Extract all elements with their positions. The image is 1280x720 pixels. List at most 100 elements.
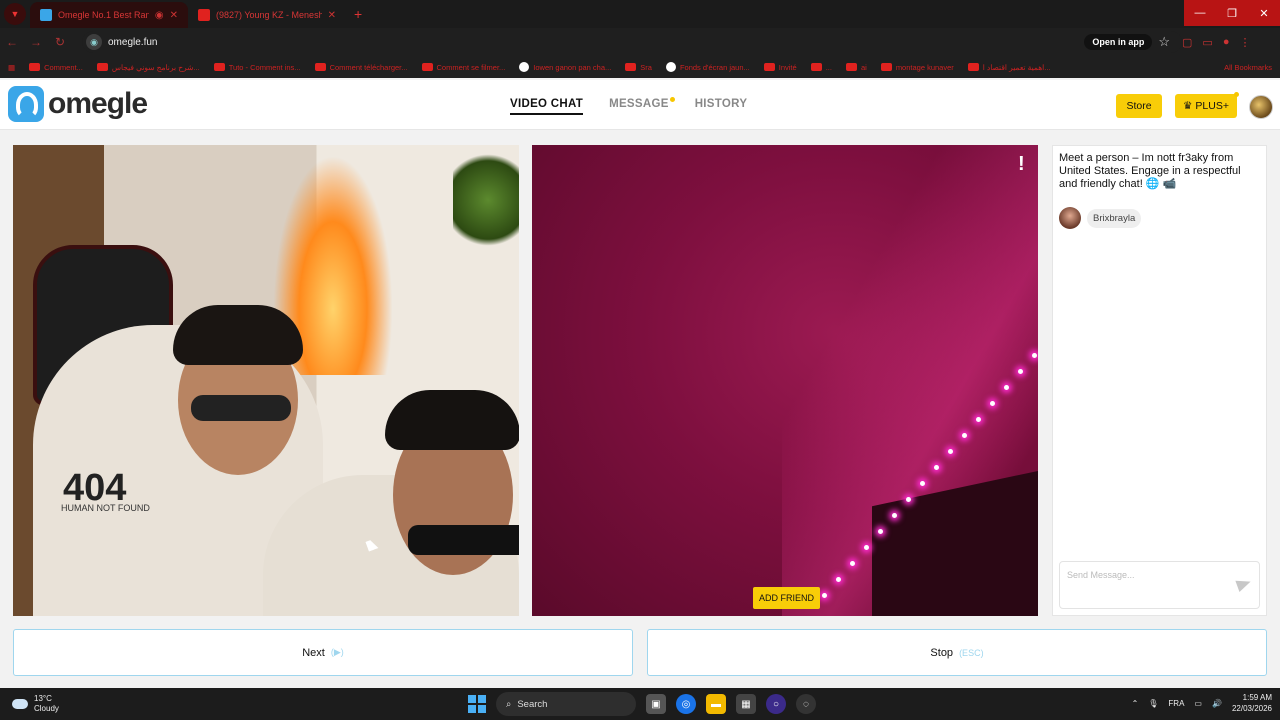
back-icon[interactable]: ←	[0, 35, 24, 49]
person-hair	[385, 390, 519, 450]
close-tab-icon[interactable]: ✕	[328, 10, 336, 21]
cloud-icon	[12, 699, 28, 709]
main-nav: VIDEO CHAT MESSAGE HISTORY	[510, 97, 748, 115]
bookmark-item[interactable]: Comment télécharger...	[314, 63, 408, 72]
profile-icon[interactable]: ●	[1223, 36, 1230, 49]
bookmark-item[interactable]: اهمية تعمير اقتصاد ا...	[967, 63, 1051, 72]
logo-text: omegle	[48, 87, 148, 120]
window-controls: — ❐ ✕	[1184, 0, 1280, 26]
omegle-logo[interactable]: omegle	[8, 86, 148, 122]
led-light	[976, 417, 981, 422]
file-explorer-icon[interactable]: ▬	[706, 694, 726, 714]
windows-taskbar: 13°C Cloudy ⌕ Search ▣ ◎ ▬ ▦ ○ ◌ ⌃ 🎙 FRA…	[0, 688, 1280, 720]
bookmark-item[interactable]: Comment se filmer...	[421, 63, 505, 72]
close-window-button[interactable]: ✕	[1248, 0, 1280, 26]
chrome-icon[interactable]: ◎	[676, 694, 696, 714]
forward-icon[interactable]: →	[24, 35, 48, 49]
browser-tab-youtube[interactable]: (9827) Young KZ - Menesh Kifo... ✕	[188, 2, 346, 28]
nav-message[interactable]: MESSAGE	[609, 97, 675, 115]
self-video: 404 HUMAN NOT FOUND	[13, 145, 519, 616]
bookmark-item[interactable]: ...	[810, 63, 832, 72]
nav-video-chat[interactable]: VIDEO CHAT	[510, 98, 584, 115]
reload-icon[interactable]: ↻	[48, 35, 72, 49]
extension-icon[interactable]: ▢	[1182, 36, 1192, 49]
led-light	[906, 497, 911, 502]
crown-icon: ♛	[1183, 100, 1193, 112]
minimize-button[interactable]: —	[1184, 0, 1216, 26]
bookmarks-bar: ▦ Comment... شرح برنامج سوني فيجاس... Tu…	[0, 56, 1280, 78]
bookmark-item[interactable]: Sra	[625, 63, 652, 72]
next-button[interactable]: Next (▶)	[13, 629, 633, 676]
weather-widget[interactable]: 13°C Cloudy	[12, 694, 59, 714]
nav-history[interactable]: HISTORY	[695, 98, 748, 115]
led-light	[948, 449, 953, 454]
clock-time: 1:59 AM	[1242, 693, 1272, 702]
url-text: omegle.fun	[108, 36, 158, 48]
clock[interactable]: 1:59 AM 22/03/2026	[1232, 692, 1272, 714]
partner-avatar[interactable]	[1059, 207, 1081, 229]
clock-date: 22/03/2026	[1231, 704, 1272, 713]
led-light	[822, 593, 827, 598]
site-info-icon[interactable]: ◉	[86, 34, 102, 50]
store-button[interactable]: Store	[1116, 94, 1162, 118]
plus-button[interactable]: ♛ PLUS+	[1175, 92, 1239, 118]
bookmark-item[interactable]: Iowen ganon pan cha...	[519, 62, 611, 72]
network-icon[interactable]: ▭	[1194, 699, 1202, 708]
sunglasses-image	[408, 525, 519, 555]
browser-tab-omegle[interactable]: Omegle No.1 Best Random... ◉ ✕	[30, 2, 188, 28]
add-friend-button[interactable]: ADD FRIEND	[753, 587, 821, 609]
store-app-icon[interactable]: ▦	[736, 694, 756, 714]
all-bookmarks-button[interactable]: All Bookmarks	[1224, 63, 1272, 72]
led-light	[962, 433, 967, 438]
nav-message-label: MESSAGE	[609, 98, 669, 110]
sunglasses-image	[191, 395, 291, 421]
app-icon[interactable]: ○	[766, 694, 786, 714]
bookmark-item[interactable]: شرح برنامج سوني فيجاس...	[96, 63, 200, 72]
user-avatar[interactable]	[1249, 95, 1273, 119]
partner-info: Brixbrayla	[1059, 207, 1142, 229]
bookmark-item[interactable]: montage kunaver	[880, 63, 954, 72]
led-light	[920, 481, 925, 486]
partner-name[interactable]: Brixbrayla	[1087, 208, 1142, 228]
close-tab-icon[interactable]: ✕	[170, 10, 178, 21]
search-label: Search	[517, 698, 548, 710]
notification-dot	[669, 97, 675, 102]
bookmark-item[interactable]: Invité	[763, 63, 797, 72]
report-button[interactable]: !	[1018, 153, 1025, 176]
led-light	[1004, 385, 1009, 390]
task-view-icon[interactable]: ▣	[646, 694, 666, 714]
microphone-icon[interactable]: 🎙	[1148, 699, 1158, 708]
app-icon[interactable]: ◌	[796, 694, 816, 714]
toolbar-extensions: ▢ ▭ ● ⋮	[1182, 36, 1250, 49]
site-header: omegle VIDEO CHAT MESSAGE HISTORY Store …	[0, 80, 1280, 130]
tab-search-icon[interactable]: ▼	[4, 3, 26, 25]
bookmark-item[interactable]: Comment...	[29, 63, 83, 72]
weather-condition: Cloudy	[34, 704, 59, 713]
stop-button[interactable]: Stop (ESC)	[647, 629, 1267, 676]
led-light	[990, 401, 995, 406]
recording-icon: ◉	[154, 9, 164, 21]
browser-tab-strip: ▼ Omegle No.1 Best Random... ◉ ✕ (9827) …	[0, 0, 1280, 28]
address-bar[interactable]: ◉ omegle.fun Open in app ☆	[82, 31, 1182, 53]
omegle-favicon-icon	[40, 9, 52, 21]
open-in-app-button[interactable]: Open in app	[1084, 34, 1153, 50]
send-icon[interactable]	[1235, 575, 1253, 593]
bookmark-item[interactable]: Tuto - Comment ins...	[213, 63, 301, 72]
more-menu-icon[interactable]: ⋮	[1239, 36, 1250, 49]
bookmark-item[interactable]: ai	[845, 63, 867, 72]
taskbar-search[interactable]: ⌕ Search	[496, 692, 636, 716]
language-indicator[interactable]: FRA	[1168, 699, 1184, 708]
chevron-up-icon[interactable]: ⌃	[1132, 699, 1139, 708]
volume-icon[interactable]: 🔊	[1212, 699, 1222, 708]
apps-icon[interactable]: ▦	[8, 63, 15, 72]
cast-icon[interactable]: ▭	[1202, 36, 1212, 49]
bookmark-item[interactable]: Fonds d'écran jaun...	[665, 62, 750, 72]
windows-start-icon[interactable]	[468, 695, 486, 713]
plant-image	[453, 145, 519, 255]
led-light	[1032, 353, 1037, 358]
bookmark-star-icon[interactable]: ☆	[1158, 34, 1170, 50]
led-light	[864, 545, 869, 550]
new-tab-button[interactable]: +	[354, 6, 362, 22]
restore-button[interactable]: ❐	[1216, 0, 1248, 26]
message-input[interactable]: Send Message...	[1059, 561, 1260, 609]
